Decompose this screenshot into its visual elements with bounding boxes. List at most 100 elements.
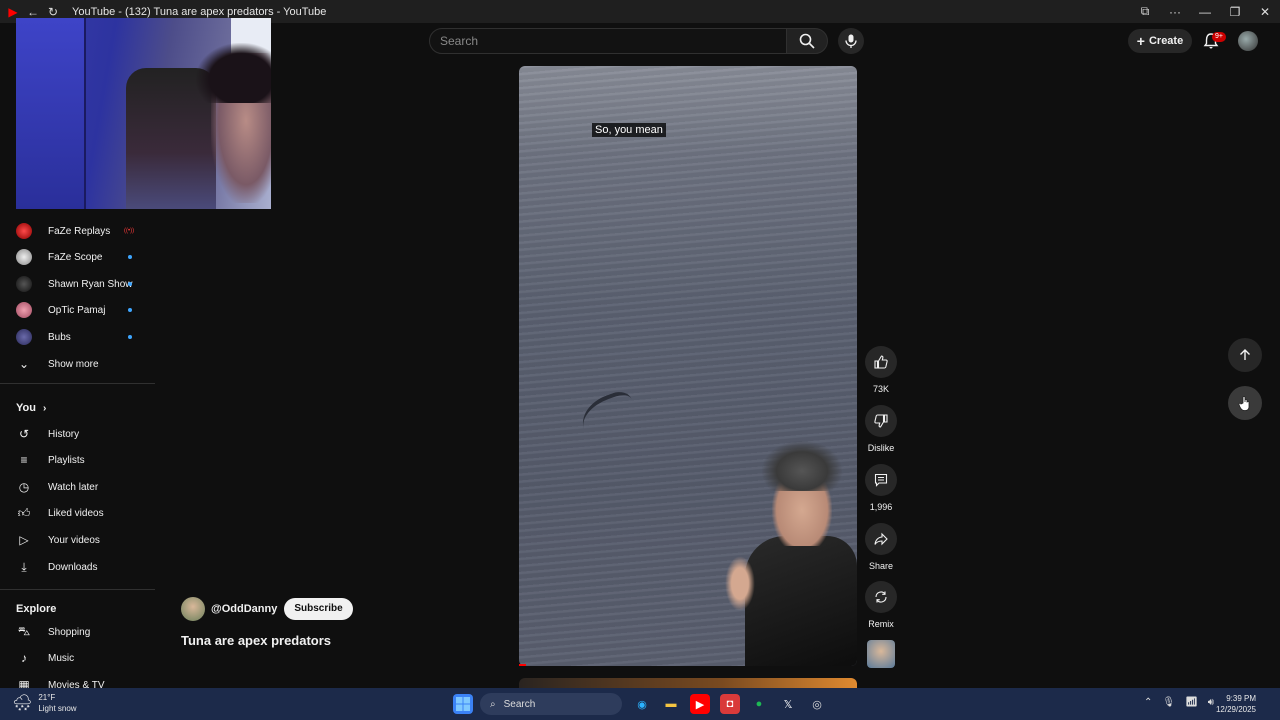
spotify-icon[interactable]: ● xyxy=(749,694,769,714)
channel-info: @OddDanny Subscribe xyxy=(181,597,353,621)
new-content-dot xyxy=(128,255,132,259)
windows-start-icon[interactable] xyxy=(453,694,473,714)
taskbar-clock[interactable]: 9:39 PM 12/29/2025 xyxy=(1216,693,1256,715)
music-note-icon: ♪ xyxy=(21,651,27,665)
chevron-right-icon: › xyxy=(43,403,47,414)
short-video-player[interactable]: So, you mean xyxy=(519,66,857,666)
sidebar-item-history[interactable]: ↺ History xyxy=(0,421,155,447)
sidebar-item-label: Bubs xyxy=(48,331,71,343)
dislike-button[interactable] xyxy=(865,405,897,437)
search-button[interactable] xyxy=(786,28,828,54)
sidebar-item-liked-videos[interactable]: 👍︎ Liked videos xyxy=(0,500,155,526)
like-button[interactable] xyxy=(865,346,897,378)
account-avatar[interactable] xyxy=(1238,31,1258,51)
subscribe-button[interactable]: Subscribe xyxy=(284,598,353,620)
create-label: Create xyxy=(1148,35,1184,47)
sidebar-show-more[interactable]: ⌄ Show more xyxy=(0,351,155,377)
sidebar-divider xyxy=(0,383,155,384)
remix-icon xyxy=(875,591,887,603)
dislike-action: Dislike xyxy=(865,405,897,453)
play-square-icon: ▷ xyxy=(19,533,29,547)
wifi-icon[interactable]: 📶︎ xyxy=(1185,697,1198,708)
clock-icon: ◷ xyxy=(18,480,30,494)
sidebar-item-shopping[interactable]: ⛍ Shopping xyxy=(0,619,155,645)
download-icon: ⤓ xyxy=(21,559,27,574)
minimize-button[interactable]: — xyxy=(1190,5,1220,19)
channel-avatar xyxy=(16,302,32,318)
youtube-icon: ▶ xyxy=(8,4,18,19)
sidebar-subscription-shawn-ryan-show[interactable]: Shawn Ryan Show xyxy=(0,271,155,297)
arrow-up-icon xyxy=(1240,349,1250,360)
back-arrow-icon[interactable]: ← xyxy=(26,5,40,19)
video-caption: So, you mean xyxy=(592,123,666,137)
thumbs-up-icon xyxy=(874,355,888,369)
taskbar-search[interactable]: ⌕ Search xyxy=(480,693,622,715)
sidebar-item-label: FaZe Scope xyxy=(48,251,103,263)
like-count: 73K xyxy=(872,384,889,394)
new-content-dot xyxy=(128,308,132,312)
file-explorer-icon[interactable]: ▬ xyxy=(661,694,681,714)
x-app-icon[interactable]: 𝕏 xyxy=(778,694,798,714)
more-options-icon[interactable]: ··· xyxy=(1160,5,1190,19)
sidebar-item-label: OpTic Pamaj xyxy=(48,304,106,316)
taskbar-search-label: Search xyxy=(503,698,536,710)
comment-count: 1,996 xyxy=(869,502,893,512)
like-action: 73K xyxy=(865,346,897,394)
sidebar-item-playlists[interactable]: ≡ Playlists xyxy=(0,447,155,473)
share-button[interactable] xyxy=(865,523,897,555)
webcam-overlay xyxy=(16,18,271,209)
weather-snow-icon: 🌨︎ xyxy=(12,695,33,712)
audio-source-thumbnail[interactable] xyxy=(867,640,895,668)
app-install-icon[interactable]: ⧉ xyxy=(1130,4,1160,19)
sidebar-item-music[interactable]: ♪ Music xyxy=(0,645,155,671)
sidebar-subscription-optic-pamaj[interactable]: OpTic Pamaj xyxy=(0,297,155,323)
windows-taskbar: 🌨︎ 21°F Light snow ⌕ Search ◉ ▬ ▶ ◘ ● 𝕏 … xyxy=(0,688,1280,720)
previous-short-button[interactable] xyxy=(1228,338,1262,372)
search-input[interactable]: Search xyxy=(429,28,787,54)
sidebar-explore-heading: Explore xyxy=(16,603,57,615)
share-label: Share xyxy=(868,561,894,571)
video-title[interactable]: Tuna are apex predators xyxy=(181,633,331,648)
sidebar-item-your-videos[interactable]: ▷ Your videos xyxy=(0,527,155,553)
sidebar-subscription-bubs[interactable]: Bubs xyxy=(0,324,155,350)
microphone-icon xyxy=(845,34,857,48)
channel-handle[interactable]: @OddDanny xyxy=(211,603,277,615)
plus-icon: + xyxy=(1136,33,1145,49)
reload-icon[interactable]: ↻ xyxy=(46,5,60,19)
remix-label: Remix xyxy=(868,619,894,629)
voice-search-button[interactable] xyxy=(838,28,864,54)
channel-avatar xyxy=(16,329,32,345)
sidebar-item-downloads[interactable]: ⤓ Downloads xyxy=(0,554,155,580)
weather-widget[interactable]: 🌨︎ 21°F Light snow xyxy=(12,692,77,714)
sidebar-item-label: Playlists xyxy=(48,454,85,466)
search-icon: ⌕ xyxy=(490,698,496,710)
video-progress-bar[interactable] xyxy=(519,664,526,666)
sidebar-item-watch-later[interactable]: ◷ Watch later xyxy=(0,474,155,500)
dislike-label: Dislike xyxy=(867,443,895,453)
sidebar-item-label: FaZe Replays xyxy=(48,225,111,237)
chrome-icon[interactable]: ◎ xyxy=(807,694,827,714)
red-app-icon[interactable]: ◘ xyxy=(720,694,740,714)
remix-button[interactable] xyxy=(865,581,897,613)
sidebar-subscription-faze-scope[interactable]: FaZe Scope xyxy=(0,244,155,270)
restore-button[interactable]: ❐ xyxy=(1220,5,1250,19)
chevron-up-icon[interactable]: ⌃ xyxy=(1144,697,1152,708)
create-button[interactable]: + Create xyxy=(1128,29,1192,53)
share-action: Share xyxy=(865,523,897,571)
sidebar-subscription-faze-replays[interactable]: FaZe Replays ((•)) xyxy=(0,218,155,244)
system-tray: ⌃ 🎙︎ 📶︎ 🔊︎ xyxy=(1144,697,1214,708)
sidebar: FaZe Replays ((•)) FaZe Scope Shawn Ryan… xyxy=(0,210,155,692)
remix-action: Remix xyxy=(865,581,897,629)
next-short-button[interactable] xyxy=(1228,386,1262,420)
comments-button[interactable] xyxy=(865,464,897,496)
close-button[interactable]: ✕ xyxy=(1250,5,1280,19)
channel-avatar xyxy=(16,276,32,292)
channel-avatar[interactable] xyxy=(181,597,205,621)
sidebar-you-heading[interactable]: You › xyxy=(16,402,46,414)
edge-browser-icon[interactable]: ◉ xyxy=(632,694,652,714)
microphone-icon[interactable]: 🎙︎ xyxy=(1162,697,1175,708)
volume-icon[interactable]: 🔊︎ xyxy=(1208,697,1214,708)
sidebar-item-label: Watch later xyxy=(48,481,99,493)
share-arrow-icon xyxy=(874,532,888,546)
youtube-app-icon[interactable]: ▶ xyxy=(690,694,710,714)
